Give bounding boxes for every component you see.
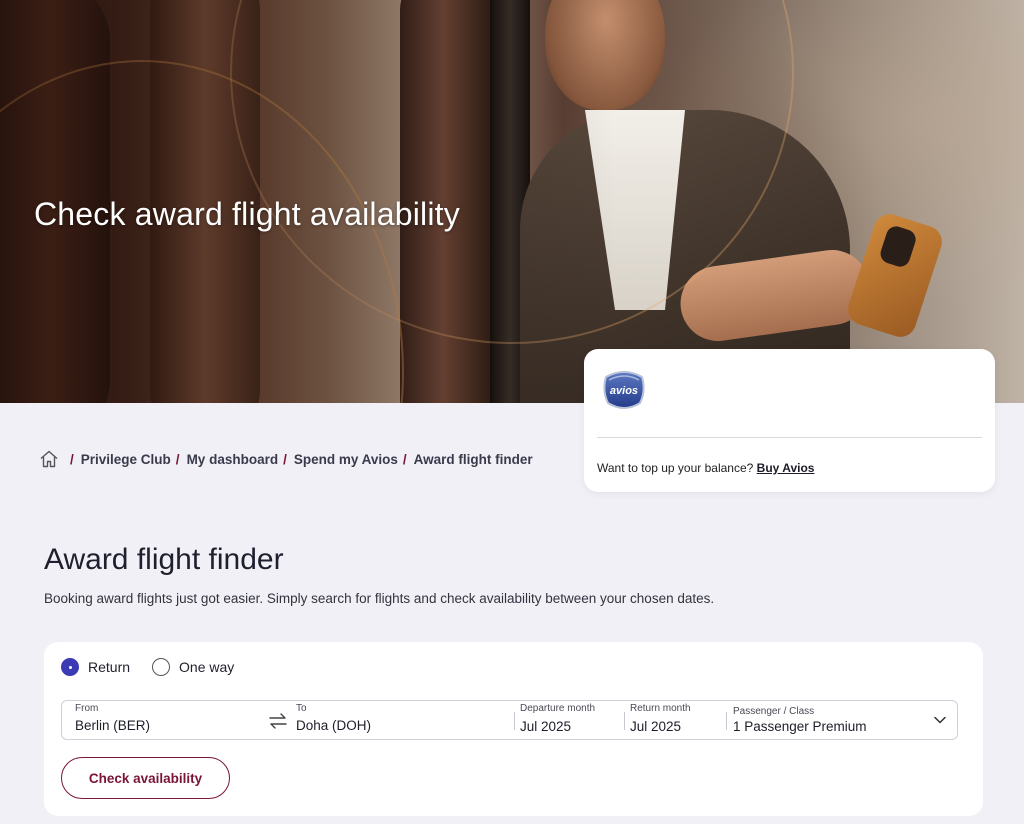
hero-title: Check award flight availability [34, 196, 460, 232]
search-fields-bar: From Berlin (BER) To Doha (DOH) Departur… [61, 700, 958, 740]
from-field[interactable]: From Berlin (BER) [75, 701, 260, 739]
radio-selected-icon[interactable] [61, 658, 79, 676]
departure-month-label: Departure month [520, 703, 596, 714]
check-availability-button[interactable]: Check availability [61, 757, 230, 799]
radio-unselected-icon[interactable] [152, 658, 171, 676]
breadcrumb-spend-my-avios[interactable]: Spend my Avios [294, 452, 398, 467]
avios-logo-icon: avios [603, 371, 645, 409]
departure-month-field[interactable]: Departure month Jul 2025 [520, 701, 620, 739]
return-month-field[interactable]: Return month Jul 2025 [630, 701, 720, 739]
breadcrumb-privilege-club[interactable]: Privilege Club [81, 452, 171, 467]
to-label: To [296, 703, 307, 714]
return-month-label: Return month [630, 703, 691, 714]
breadcrumb-current: Award flight finder [413, 451, 533, 467]
trip-type-one-way-label: One way [179, 659, 235, 675]
passenger-class-value[interactable]: 1 Passenger Premium [733, 719, 867, 734]
home-icon[interactable] [39, 449, 59, 469]
breadcrumb-my-dashboard[interactable]: My dashboard [187, 452, 279, 467]
passenger-class-label: Passenger / Class [733, 706, 815, 717]
avios-card-divider [597, 437, 982, 438]
swap-arrows-icon[interactable] [268, 712, 288, 730]
breadcrumb: / Privilege Club / My dashboard / Spend … [39, 449, 533, 469]
departure-month-value[interactable]: Jul 2025 [520, 719, 571, 734]
field-divider [726, 712, 727, 730]
breadcrumb-separator: / [70, 451, 74, 467]
avios-balance-card: avios Want to top up your balance? Buy A… [584, 349, 995, 492]
avios-logo-text: avios [610, 385, 638, 397]
breadcrumb-separator: / [402, 451, 407, 467]
topup-text: Want to top up your balance? [597, 461, 754, 475]
field-divider [514, 712, 515, 730]
from-label: From [75, 703, 99, 714]
trip-type-one-way[interactable]: One way [152, 658, 234, 676]
page-description: Booking award flights just got easier. S… [44, 591, 715, 606]
page-title: Award flight finder [44, 543, 284, 576]
field-divider [624, 712, 625, 730]
trip-type-group: Return One way [61, 658, 256, 676]
from-value[interactable]: Berlin (BER) [75, 718, 150, 733]
buy-avios-link[interactable]: Buy Avios [757, 461, 815, 475]
breadcrumb-separator: / [283, 451, 287, 467]
trip-type-return[interactable]: Return [61, 658, 130, 676]
flight-search-card: Return One way From Berlin (BER) To Doha… [44, 642, 983, 816]
to-field[interactable]: To Doha (DOH) [296, 701, 496, 739]
trip-type-return-label: Return [88, 659, 131, 675]
topup-message: Want to top up your balance? Buy Avios [597, 461, 814, 475]
hero-banner: Check award flight availability [0, 0, 1024, 403]
breadcrumb-separator: / [175, 451, 180, 467]
to-value[interactable]: Doha (DOH) [296, 718, 371, 733]
return-month-value[interactable]: Jul 2025 [630, 719, 681, 734]
passenger-class-select[interactable]: Passenger / Class 1 Passenger Premium [733, 701, 933, 739]
chevron-down-icon[interactable] [933, 715, 947, 725]
